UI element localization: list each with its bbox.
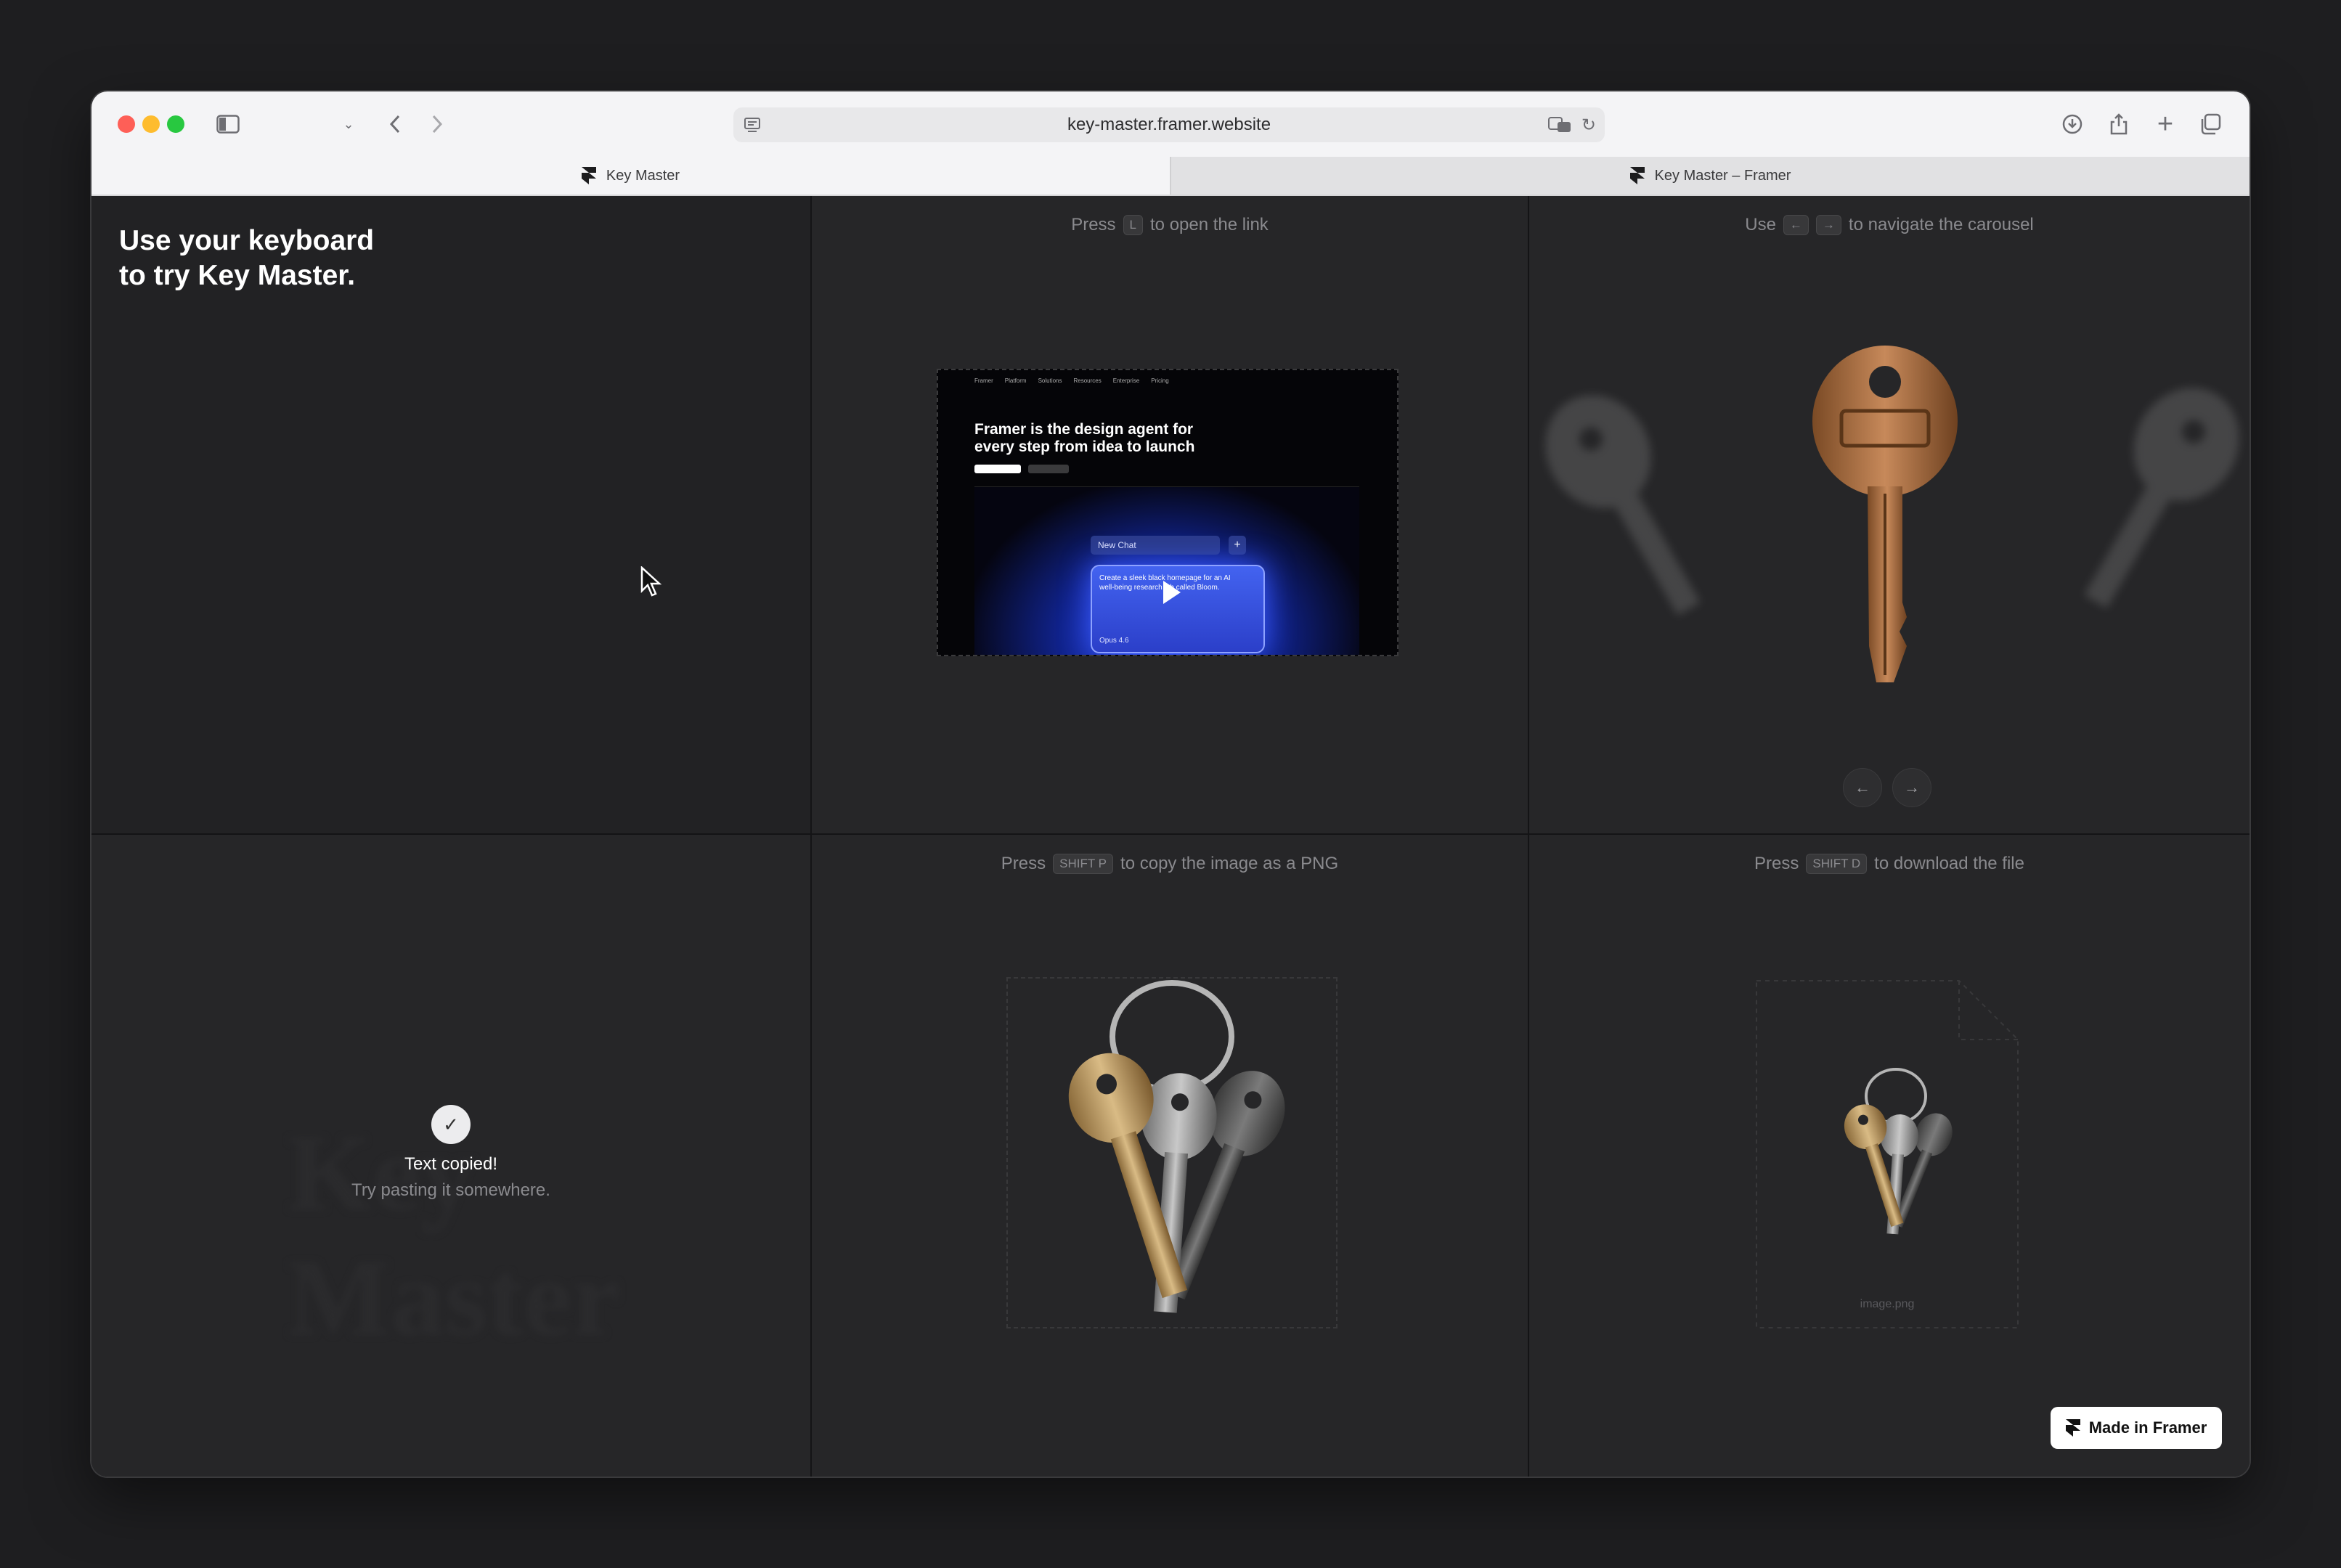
carousel-next-key-image bbox=[2084, 388, 2239, 608]
open-link-hint: Press L to open the link bbox=[812, 215, 1528, 235]
preview-nav-item: Framer bbox=[974, 377, 993, 384]
page-content: Use your keyboard to try Key Master. Pre… bbox=[91, 196, 2250, 1477]
share-icon[interactable] bbox=[2106, 107, 2132, 141]
tab-overview-icon[interactable] bbox=[2197, 107, 2223, 141]
reload-icon[interactable]: ↻ bbox=[1581, 115, 1596, 136]
address-bar[interactable]: key-master.framer.website ↻ bbox=[733, 107, 1605, 142]
chevron-down-icon[interactable]: ⌄ bbox=[341, 107, 356, 141]
copy-png-hint: Press SHIFT P to copy the image as a PNG bbox=[812, 854, 1528, 874]
hint-text: to copy the image as a PNG bbox=[1120, 854, 1339, 873]
hint-text: to navigate the carousel bbox=[1848, 215, 2034, 234]
minimize-window-button[interactable] bbox=[142, 115, 160, 133]
preview-headline-line: Framer is the design agent for bbox=[974, 421, 1194, 438]
preview-plus-icon: + bbox=[1229, 536, 1246, 555]
browser-window: ⌄ key-master.framer.website ↻ + Key Mast… bbox=[91, 91, 2250, 1477]
page-menu-icon[interactable] bbox=[744, 116, 761, 137]
hint-text: Press bbox=[1071, 215, 1116, 234]
preview-headline: Framer is the design agent for every ste… bbox=[974, 421, 1194, 456]
preview-model-label: Opus 4.6 bbox=[1099, 637, 1129, 645]
key-l: L bbox=[1123, 215, 1144, 235]
download-panel: Press SHIFT D to download the file image… bbox=[1529, 835, 2250, 1477]
tab-bar: Key Master Key Master – Framer bbox=[91, 157, 2250, 196]
intro-panel: Use your keyboard to try Key Master. bbox=[91, 196, 810, 833]
carousel-prev-button[interactable]: ← bbox=[1843, 768, 1882, 807]
mouse-cursor-icon bbox=[640, 566, 662, 597]
toast-subtitle: Try pasting it somewhere. bbox=[351, 1180, 550, 1200]
tab-key-master-framer[interactable]: Key Master – Framer bbox=[1170, 157, 2250, 195]
copy-text-panel: Key Master ✓ Text copied! Try pasting it… bbox=[91, 835, 810, 1477]
file-page-icon bbox=[1756, 980, 2019, 1328]
play-icon bbox=[1163, 581, 1181, 604]
title-line-2: to try Key Master. bbox=[119, 260, 356, 291]
website-preview-link[interactable]: Framer Platform Solutions Resources Ente… bbox=[937, 369, 1399, 656]
check-icon: ✓ bbox=[431, 1105, 471, 1144]
carousel-prev-key-image bbox=[1545, 395, 1701, 616]
preview-nav-item: Platform bbox=[1004, 377, 1027, 384]
preview-cta-button bbox=[974, 465, 1021, 473]
preview-nav-item: Enterprise bbox=[1112, 377, 1140, 384]
hint-text: Use bbox=[1745, 215, 1776, 234]
keys-image-frame[interactable] bbox=[1006, 977, 1338, 1328]
zoom-window-button[interactable] bbox=[167, 115, 184, 133]
browser-toolbar: ⌄ key-master.framer.website ↻ + bbox=[91, 91, 2250, 157]
url-text: key-master.framer.website bbox=[1067, 115, 1271, 134]
preview-chat-select: New Chat bbox=[1091, 536, 1220, 555]
download-hint: Press SHIFT D to download the file bbox=[1529, 854, 2250, 874]
hint-text: to open the link bbox=[1150, 215, 1269, 234]
close-window-button[interactable] bbox=[118, 115, 135, 133]
translate-icon[interactable] bbox=[1548, 116, 1573, 137]
file-download-card[interactable]: image.png bbox=[1756, 980, 2019, 1328]
title-line-1: Use your keyboard bbox=[119, 225, 375, 256]
copy-png-panel: Press SHIFT P to copy the image as a PNG bbox=[812, 835, 1528, 1477]
preview-prompt-box: Create a sleek black homepage for an AI … bbox=[1091, 565, 1265, 653]
back-icon[interactable] bbox=[382, 107, 408, 141]
hint-text: Press bbox=[1754, 854, 1799, 873]
preview-nav-item: Pricing bbox=[1151, 377, 1169, 384]
open-link-panel: Press L to open the link Framer Platform… bbox=[812, 196, 1528, 833]
arrow-right-icon: → bbox=[1904, 778, 1920, 796]
hint-text: Press bbox=[1001, 854, 1046, 873]
new-tab-icon[interactable]: + bbox=[2152, 107, 2178, 141]
file-name: image.png bbox=[1860, 1298, 1915, 1310]
page-title: Use your keyboard to try Key Master. bbox=[119, 224, 374, 293]
key-left-arrow: ← bbox=[1783, 215, 1809, 235]
keys-bunch-image bbox=[1068, 980, 1285, 1313]
arrow-left-icon: ← bbox=[1855, 778, 1870, 796]
toast-title: Text copied! bbox=[404, 1154, 498, 1174]
key-shift-p: SHIFT P bbox=[1053, 854, 1114, 874]
key-right-arrow: → bbox=[1815, 215, 1841, 235]
framer-logo-icon bbox=[1629, 167, 1645, 184]
preview-headline-line: every step from idea to launch bbox=[974, 438, 1195, 455]
key-shift-d: SHIFT D bbox=[1806, 854, 1868, 874]
carousel-key-image bbox=[1812, 346, 1958, 682]
sidebar-toggle-icon[interactable] bbox=[213, 107, 243, 141]
framer-logo-icon bbox=[2065, 1419, 2080, 1437]
ghost-brand-text: Key Master bbox=[288, 1113, 621, 1358]
preview-nav-item: Solutions bbox=[1038, 377, 1062, 384]
preview-nav-item: Resources bbox=[1073, 377, 1102, 384]
made-in-framer-badge[interactable]: Made in Framer bbox=[2051, 1407, 2222, 1449]
tab-label: Key Master bbox=[606, 167, 680, 184]
framer-logo-icon bbox=[581, 167, 596, 184]
forward-icon[interactable] bbox=[424, 107, 450, 141]
hint-text: to download the file bbox=[1874, 854, 2024, 873]
carousel-panel: Use ← → to navigate the carousel ← → bbox=[1529, 196, 2250, 833]
tab-key-master[interactable]: Key Master bbox=[91, 157, 1170, 195]
badge-label: Made in Framer bbox=[2088, 1418, 2207, 1437]
carousel-next-button[interactable]: → bbox=[1892, 768, 1931, 807]
downloads-icon[interactable] bbox=[2059, 107, 2085, 141]
preview-secondary-button bbox=[1028, 465, 1069, 473]
preview-nav: Framer Platform Solutions Resources Ente… bbox=[974, 377, 1169, 384]
carousel-hint: Use ← → to navigate the carousel bbox=[1529, 215, 2250, 235]
tab-label: Key Master – Framer bbox=[1654, 167, 1791, 184]
